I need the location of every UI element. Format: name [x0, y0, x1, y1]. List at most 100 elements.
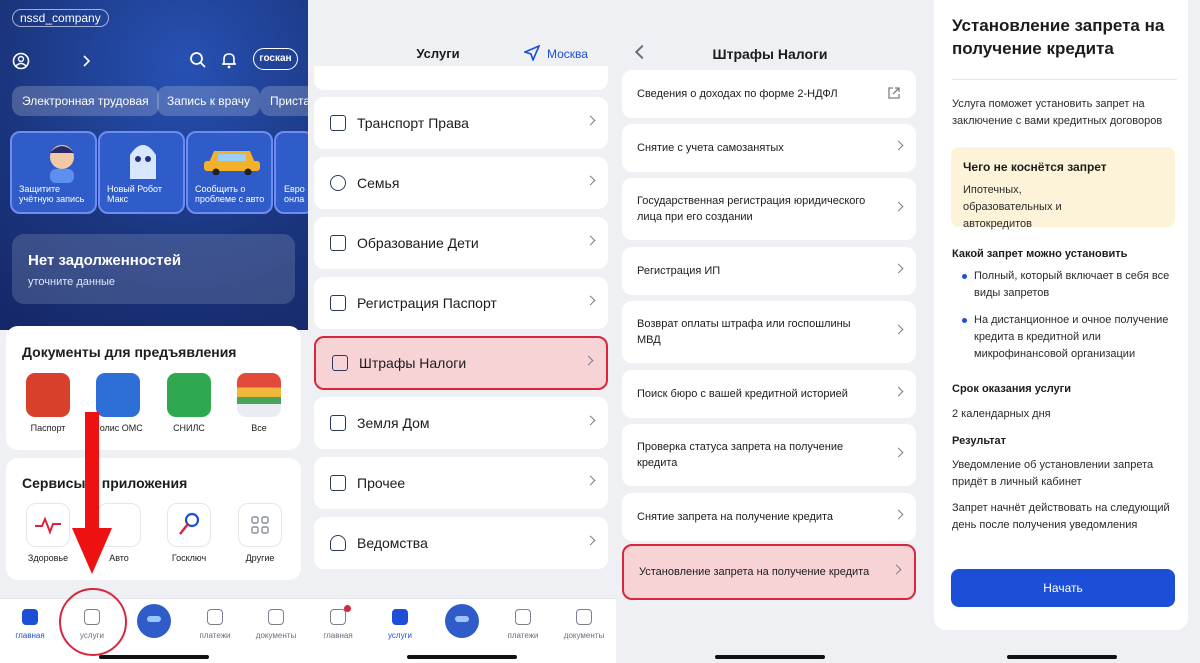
tab-home[interactable]: главная [308, 609, 368, 640]
service-label: Другие [245, 553, 275, 563]
emblem-icon [330, 535, 346, 551]
service-check-ban[interactable]: Проверка статуса запрета на получение кр… [622, 424, 916, 486]
tab-payments[interactable]: платежи [493, 609, 553, 640]
doc-passport[interactable]: Паспорт [21, 373, 75, 433]
car-illustration-icon [204, 151, 260, 175]
doc-label: Полис ОМС [93, 423, 143, 433]
doc-snils[interactable]: СНИЛС [162, 373, 216, 433]
doc-all[interactable]: Все [232, 373, 286, 433]
home-indicator [715, 655, 825, 659]
page-title: Установление запрета на получение кредит… [952, 16, 1165, 58]
grid-icon [238, 503, 282, 547]
category-label: Регистрация Паспорт [357, 295, 497, 311]
home-icon [22, 609, 38, 625]
category-agencies[interactable]: Ведомства [314, 517, 608, 569]
house-icon [330, 415, 346, 431]
story-robot-max[interactable]: Новый Робот Макс [98, 131, 185, 214]
debt-subtitle: уточните данные [28, 276, 116, 288]
service-label: Здоровье [27, 553, 69, 563]
robot-illustration-icon [130, 145, 156, 179]
service-set-ban[interactable]: Установление запрета на получение кредит… [622, 544, 916, 600]
gavel-icon [332, 355, 348, 371]
chevron-right-icon [585, 115, 596, 126]
category-label: Штрафы Налоги [359, 355, 467, 371]
home-indicator [407, 655, 517, 659]
service-self-employed[interactable]: Снятие с учета самозанятых [622, 124, 916, 172]
category-land-home[interactable]: Земля Дом [314, 397, 608, 449]
chip-work-record[interactable]: Электронная трудовая [12, 86, 159, 116]
story-label: Защитите учётную запись [19, 184, 85, 204]
home-indicator [1007, 655, 1117, 659]
tab-services[interactable]: услуги [370, 609, 430, 640]
term-title: Срок оказания услуги [952, 383, 1072, 395]
service-label: Установление запрета на получение кредит… [639, 566, 870, 578]
note-title: Чего не коснётся запрет [963, 160, 1107, 174]
tab-home[interactable]: главная [0, 609, 60, 640]
assistant-avatar[interactable] [137, 604, 171, 638]
service-refund-fine[interactable]: Возврат оплаты штрафа или госпошлины МВД [622, 301, 916, 363]
service-goskey[interactable]: Госключ [159, 503, 219, 563]
debt-card[interactable]: Нет задолженностей уточните данные [12, 234, 295, 304]
category-label: Земля Дом [357, 415, 430, 431]
wallet-icon [515, 609, 531, 625]
service-remove-ban[interactable]: Снятие запрета на получение кредита [622, 493, 916, 541]
annotation-arrow-head [72, 528, 112, 574]
tab-label: платежи [507, 631, 539, 640]
service-credit-bureau[interactable]: Поиск бюро с вашей кредитной историей [622, 370, 916, 418]
chip-doctor[interactable]: Запись к врачу [157, 86, 261, 116]
tab-documents[interactable]: документы [246, 609, 306, 640]
home-icon [330, 609, 346, 625]
service-label: Государственная регистрация юридического… [637, 195, 866, 223]
chip-bailiffs[interactable]: Приста [260, 86, 308, 116]
category-other[interactable]: Прочее [314, 457, 608, 509]
service-other[interactable]: Другие [230, 503, 290, 563]
kind-item: Полный, который включает в себя все виды… [974, 270, 1170, 299]
category-label: Ведомства [357, 535, 428, 551]
story-europrotocol[interactable]: Евро онла [274, 131, 308, 214]
chevron-right-icon [893, 447, 904, 458]
result-text: Запрет начнёт действовать на следующий д… [952, 502, 1170, 531]
note-text: Ипотечных, образовательных и автокредито… [963, 184, 1062, 230]
category-fines-taxes[interactable]: Штрафы Налоги [314, 336, 608, 390]
wallet-icon [207, 609, 223, 625]
story-car-problem[interactable]: Сообщить о проблеме с авто [186, 131, 273, 214]
chevron-right-icon[interactable] [82, 55, 92, 67]
category-transport[interactable]: Транспорт Права [314, 97, 608, 149]
chevron-right-icon [585, 235, 596, 246]
category-education[interactable]: Образование Дети [314, 217, 608, 269]
service-health[interactable]: Здоровье [18, 503, 78, 563]
story-label: Сообщить о проблеме с авто [195, 184, 265, 204]
doc-oms[interactable]: Полис ОМС [91, 373, 145, 433]
story-label: Новый Робот Макс [107, 184, 162, 204]
fines-taxes-screen: Штрафы Налоги Сведения о доходах по форм… [616, 0, 924, 663]
story-protect-account[interactable]: Защитите учётную запись [10, 131, 97, 214]
result-title: Результат [952, 435, 1007, 447]
documents-card: Документы для предъявления Паспорт Полис… [6, 326, 301, 450]
start-button[interactable]: Начать [951, 569, 1175, 607]
service-legal-entity[interactable]: Государственная регистрация юридического… [622, 178, 916, 240]
kinds-title: Какой запрет можно установить [952, 248, 1128, 260]
service-label: Регистрация ИП [637, 265, 721, 277]
service-label: Снятие с учета самозанятых [637, 142, 784, 154]
bell-icon[interactable] [221, 51, 237, 69]
chevron-right-icon [585, 415, 596, 426]
service-ip-registration[interactable]: Регистрация ИП [622, 247, 916, 295]
category-family[interactable]: Семья [314, 157, 608, 209]
divider [952, 79, 1177, 80]
gos-scan-button[interactable]: госкан [253, 48, 298, 70]
category-registration[interactable]: Регистрация Паспорт [314, 277, 608, 329]
category-label: Семья [357, 175, 400, 191]
tab-payments[interactable]: платежи [185, 609, 245, 640]
location-arrow-icon[interactable] [524, 45, 540, 61]
profile-icon[interactable] [12, 52, 30, 70]
assistant-avatar[interactable] [445, 604, 479, 638]
chevron-right-icon [893, 263, 904, 274]
snils-icon [167, 373, 211, 417]
service-income-2ndfl[interactable]: Сведения о доходах по форме 2-НДФЛ [622, 70, 916, 118]
city-selector[interactable]: Москва [547, 47, 588, 61]
tab-documents[interactable]: документы [554, 609, 614, 640]
search-icon[interactable] [189, 51, 207, 69]
username-pill[interactable]: nssd_company [12, 9, 109, 27]
tab-label: платежи [199, 631, 231, 640]
category-label: Образование Дети [357, 235, 479, 251]
